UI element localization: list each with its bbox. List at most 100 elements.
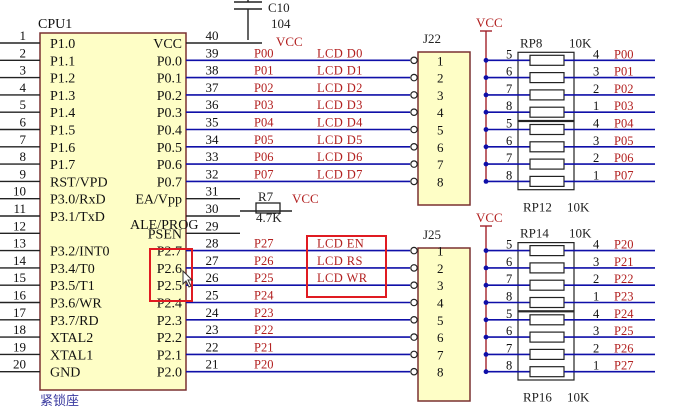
pin-number-right: 30 (206, 201, 219, 216)
lcd-data-label: LCD D5 (317, 133, 363, 147)
rn-pin-right: 4 (593, 47, 600, 61)
connector-pin-dot (410, 125, 418, 134)
pin-number-right: 34 (206, 132, 220, 147)
capacitor-value: 104 (271, 16, 291, 31)
connector-pin-dot (410, 298, 418, 307)
connector-j22: J22 1 2 3 4 5 6 7 8 (410, 31, 471, 206)
resistor-pack-ref: RP8 (520, 35, 542, 50)
rn-pin-right: 3 (593, 65, 599, 79)
pin-label-left: P1.2 (50, 72, 75, 87)
rn-net-label: P26 (614, 341, 633, 355)
connector-pin-dot (410, 160, 418, 168)
pin-label-left: P1.5 (50, 124, 75, 139)
resistor-element (529, 245, 565, 257)
pin-label-left: P3.2/INT0 (50, 245, 110, 260)
rn-pin-left: 6 (506, 134, 512, 148)
lcd-labels: LCD D0 LCD D1 LCD D2 LCD D3 LCD D4 LCD D5 LCD … (317, 46, 368, 285)
socket-label: 紧锁座 (40, 393, 79, 407)
pin-label-right: P2.5 (157, 279, 182, 294)
rn-net-label: P07 (614, 168, 633, 182)
pin-number-left: 19 (13, 339, 26, 354)
rn-net-label: P01 (614, 65, 633, 79)
net-label: P22 (254, 323, 273, 337)
connector-pin-dot (410, 333, 418, 341)
pin-number-right: 22 (206, 339, 219, 354)
rn-net-label: P24 (614, 307, 634, 321)
net-label: P20 (254, 358, 273, 372)
lcd-control-label: LCD WR (317, 271, 368, 285)
pin-label-right: P0.1 (157, 72, 182, 87)
rn-pin-left: 8 (506, 168, 512, 182)
lcd-data-label: LCD D7 (317, 167, 363, 181)
connector-pin-number: 3 (437, 278, 444, 293)
rn-pin-left: 7 (506, 151, 512, 165)
connector-pin-dot (410, 315, 418, 324)
lcd-control-label: LCD EN (317, 237, 364, 251)
schematic-canvas: C10 104 VCC CPU1 紧锁座 1P1.02P1.13P1.24P1.… (0, 0, 655, 407)
rn-pin-left: 5 (506, 117, 512, 131)
net-label: P02 (254, 81, 273, 95)
lcd-data-label: LCD D3 (317, 98, 363, 112)
pin-number-right: 33 (206, 149, 219, 164)
pin-label-right: P0.4 (157, 124, 182, 139)
resistor-element (529, 175, 565, 187)
pin-number-right: 26 (206, 270, 220, 285)
resistor-pack-value: 10K (569, 35, 592, 50)
pin-label-right: EA/Vpp (135, 193, 182, 208)
resistor-element (529, 123, 565, 136)
connector-pin-number: 8 (437, 174, 444, 189)
rn-pin-left: 6 (506, 255, 512, 269)
pin-number-right: 21 (206, 357, 219, 372)
pin-label-right: P2.2 (157, 331, 182, 346)
rn-pin-right: 4 (593, 238, 600, 252)
pin-label-left: P3.5/T1 (50, 279, 95, 294)
pin-label-right: P0.5 (157, 141, 182, 156)
pin-label-left: P1.0 (50, 37, 75, 52)
pin-label-left: P3.0/RxD (50, 193, 106, 208)
resistor-element (529, 262, 565, 274)
pin-number-left: 4 (20, 80, 27, 95)
rn-pin-left: 5 (506, 47, 512, 61)
connector-pin-dot (410, 56, 418, 65)
resistor-pack-ref: RP16 (523, 390, 552, 405)
rn-pin-left: 7 (506, 272, 512, 286)
connector-pin-number: 5 (437, 313, 444, 328)
resistor-pack-value: 10K (567, 390, 590, 405)
pin-number-right: 23 (206, 322, 219, 337)
rn-pin-left: 8 (506, 359, 512, 373)
rn-net-label: P03 (614, 99, 633, 113)
rn-pin-right: 4 (593, 307, 600, 321)
net-label: P03 (254, 98, 273, 112)
rn-pin-left: 6 (506, 65, 512, 79)
pin-label-right: P0.2 (157, 89, 182, 104)
pin-label-right: P2.1 (157, 348, 182, 363)
resistor-element (529, 366, 565, 378)
rn-pin-left: 8 (506, 99, 512, 113)
rn-net-label: P05 (614, 134, 633, 148)
rn-net-label: P04 (614, 117, 634, 131)
connector-pin-number: 2 (437, 261, 444, 276)
connector-pin-dot (410, 281, 418, 290)
connector-pin-dot (410, 350, 418, 359)
pin-label-ale-prog: ALE/PROG (130, 218, 198, 233)
connector-body (417, 247, 471, 402)
connector-body (417, 51, 471, 206)
pin-label-left: P3.6/WR (50, 297, 102, 312)
net-label: P24 (254, 289, 274, 303)
pin-number-right: 24 (206, 305, 220, 320)
connector-pin-number: 5 (437, 123, 444, 138)
lcd-data-label: LCD D6 (317, 150, 363, 164)
pin-label-right: P2.6 (157, 262, 182, 277)
connector-j25: J25 1 2 3 4 5 6 7 8 (410, 227, 471, 402)
resistor-element (529, 296, 565, 309)
connector-ref: J25 (423, 227, 441, 242)
resistor-r7: R7 4.7K VCC (240, 189, 319, 225)
rn-net-label: P02 (614, 82, 633, 96)
rn-pin-left: 7 (506, 82, 512, 96)
rn-pin-right: 2 (593, 341, 599, 355)
connector-pin-number: 7 (437, 347, 444, 362)
pin-number-left: 16 (13, 288, 27, 303)
pin-number-right: 40 (206, 28, 219, 43)
net-label: P06 (254, 150, 273, 164)
resistor-element (529, 89, 565, 101)
